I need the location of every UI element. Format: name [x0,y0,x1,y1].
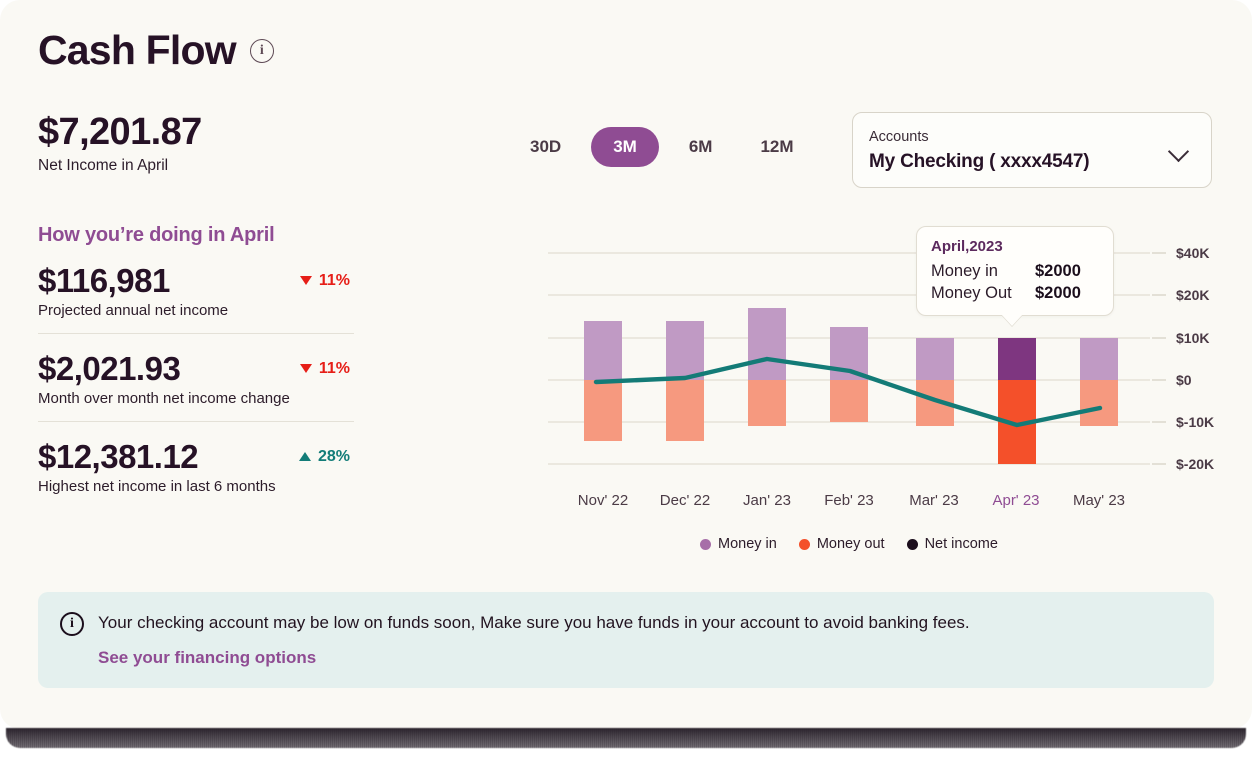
stat-row-projected-annual-net-income: $116,981 11% Projected annual net income [38,262,354,333]
stat-delta-value: 28% [317,447,350,465]
stat-delta: 28% [298,447,354,466]
stat-delta-value: 11% [318,271,350,289]
account-select-label: Accounts [869,129,929,146]
bar-money-out-dec22[interactable] [666,380,704,441]
xaxis-label-apr23: Apr' 23 [992,492,1039,509]
chart-tooltip: April,2023 Money in $2000 Money Out $200… [916,226,1114,327]
net-income-label: Net Income in April [38,157,169,175]
legend-item-net-income[interactable]: Net income [906,536,998,552]
stat-label: Highest net income in last 6 months [38,477,276,495]
stat-delta-value: 11% [318,359,350,377]
net-income-hero: $7,201.87 Net Income in April [38,111,202,175]
triangle-down-icon [299,364,312,374]
legend-item-money-out[interactable]: Money out [798,536,885,552]
bar-money-out-nov22[interactable] [584,380,622,441]
chart-ytick-marks [1152,252,1166,465]
xaxis-label-mar23: Mar' 23 [909,492,959,509]
legend-label: Net income [924,536,998,552]
account-select-text: Accounts My Checking ( xxxx4547) [869,127,1090,172]
xaxis-label-dec22: Dec' 22 [660,492,710,509]
yaxis-label-neg10k: $-10K [1176,414,1214,430]
card-bottom-edge [6,728,1246,748]
tooltip-value: $2000 [1035,262,1081,280]
range-tab-6m[interactable]: 6M [671,127,731,167]
stat-value: $116,981 [38,262,170,299]
range-tabs: 30D 3M 6M 12M [512,127,812,167]
account-select-value: My Checking ( xxxx4547) [869,150,1090,172]
range-tab-12m[interactable]: 12M [742,127,811,167]
cash-flow-card: Cash Flow i $7,201.87 Net Income in Apri… [0,0,1252,729]
yaxis-label-40k: $40K [1176,245,1209,261]
alert-body: Your checking account may be low on fund… [98,610,970,670]
tooltip-value: $2000 [1035,284,1081,302]
alert-text: Your checking account may be low on fund… [98,613,970,632]
stat-value: $12,381.12 [38,437,199,475]
bar-money-in-apr23[interactable] [998,338,1036,380]
yaxis-label-neg20k: $-20K [1176,456,1214,472]
stat-label: Month over month net income change [38,389,290,407]
header: Cash Flow i [38,30,274,71]
tooltip-key: Money Out [931,284,1012,302]
section-heading: How you’re doing in April [38,224,275,246]
info-icon[interactable]: i [249,38,274,63]
stat-row-highest-net-income: $12,381.12 28% Highest net income in las… [38,420,354,509]
stat-value: $2,021.93 [38,349,181,387]
yaxis-label-10k: $10K [1176,330,1209,346]
tooltip-key: Money in [931,262,998,280]
yaxis-label-0: $0 [1176,372,1192,388]
tooltip-title: April,2023 [931,238,1003,255]
stat-delta: 11% [299,271,354,290]
chart-legend: Money in Money out Net income [700,536,998,552]
legend-dot-icon [798,538,810,550]
triangle-down-icon [299,276,312,286]
yaxis-label-20k: $20K [1176,287,1209,303]
triangle-up-icon [298,452,311,462]
bar-money-in-dec22[interactable] [666,321,704,380]
bar-money-out-jan23[interactable] [748,380,786,426]
tooltip-row-money-in: Money in $2000 [931,262,1099,281]
xaxis-label-nov22: Nov' 22 [578,492,628,509]
legend-label: Money in [718,536,777,552]
chart-bars [584,308,1118,464]
bar-money-out-may23[interactable] [1080,380,1118,426]
stat-list: $116,981 11% Projected annual net income… [38,262,354,509]
chevron-down-icon[interactable] [1169,144,1189,156]
legend-item-money-in[interactable]: Money in [700,536,777,552]
bar-money-in-nov22[interactable] [584,321,622,380]
range-tab-30d[interactable]: 30D [512,127,579,167]
financing-options-link[interactable]: See your financing options [98,648,316,668]
xaxis-label-feb23: Feb' 23 [824,492,874,509]
stat-delta: 11% [299,359,354,378]
chart-yaxis: $40K $20K $10K $0 $-10K $-20K [1176,245,1214,472]
legend-dot-icon [906,538,918,550]
chart-svg: Nov' 22 Dec' 22 Jan' 23 Feb' 23 Mar' 23 … [548,245,1214,509]
xaxis-label-jan23: Jan' 23 [743,492,791,509]
stat-label: Projected annual net income [38,301,229,319]
bar-money-in-may23[interactable] [1080,338,1118,380]
info-icon: i [60,612,84,636]
bar-money-out-feb23[interactable] [830,380,868,422]
cash-flow-chart: Nov' 22 Dec' 22 Jan' 23 Feb' 23 Mar' 23 … [520,215,1220,565]
stat-row-month-over-month-change: $2,021.93 11% Month over month net incom… [38,332,354,421]
cash-flow-screen: Cash Flow i $7,201.87 Net Income in Apri… [0,0,1252,759]
legend-dot-icon [700,538,711,550]
net-income-value: $7,201.87 [38,111,202,153]
range-tab-3m[interactable]: 3M [591,127,659,167]
bar-money-in-mar23[interactable] [916,338,954,380]
legend-label: Money out [816,536,885,552]
tooltip-row-money-out: Money Out $2000 [931,284,1099,303]
chart-xaxis: Nov' 22 Dec' 22 Jan' 23 Feb' 23 Mar' 23 … [578,492,1125,509]
bar-money-in-jan23[interactable] [748,308,786,380]
account-select[interactable]: Accounts My Checking ( xxxx4547) [852,112,1212,188]
low-funds-alert: i Your checking account may be low on fu… [38,592,1214,688]
xaxis-label-may23: May' 23 [1073,492,1125,509]
page-title: Cash Flow [38,27,237,73]
